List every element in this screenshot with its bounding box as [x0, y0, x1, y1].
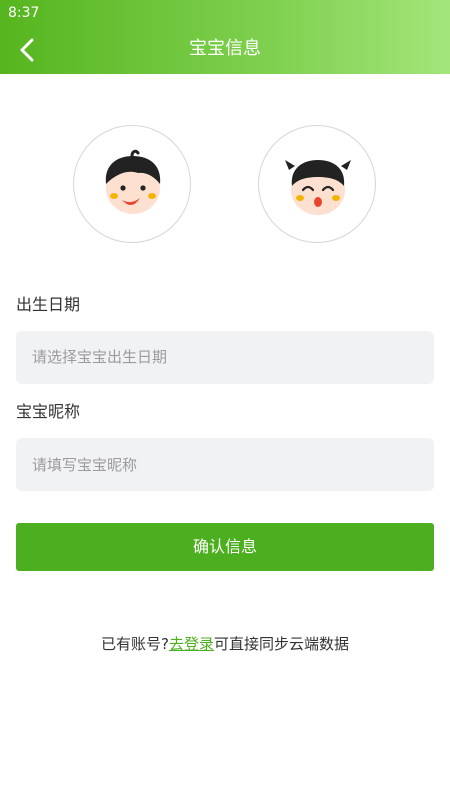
- login-link[interactable]: 去登录: [169, 635, 214, 653]
- nickname-label: 宝宝昵称: [16, 402, 81, 421]
- login-hint-suffix: 可直接同步云端数据: [213, 635, 349, 653]
- nickname-input[interactable]: [16, 438, 434, 491]
- login-hint-prefix: 已有账号?: [101, 635, 169, 653]
- boy-avatar[interactable]: [73, 125, 191, 243]
- birth-date-label: 出生日期: [16, 295, 81, 314]
- app-header: 8:37 宝宝信息: [0, 0, 450, 74]
- login-hint: 已有账号?去登录可直接同步云端数据: [0, 632, 450, 656]
- birth-date-picker[interactable]: 请选择宝宝出生日期: [16, 331, 434, 384]
- girl-face-icon: [285, 160, 351, 215]
- confirm-button[interactable]: 确认信息: [16, 523, 434, 571]
- page-title: 宝宝信息: [189, 38, 261, 59]
- boy-face-icon: [105, 149, 161, 214]
- status-time: 8:37: [8, 5, 40, 21]
- girl-avatar[interactable]: [258, 125, 376, 243]
